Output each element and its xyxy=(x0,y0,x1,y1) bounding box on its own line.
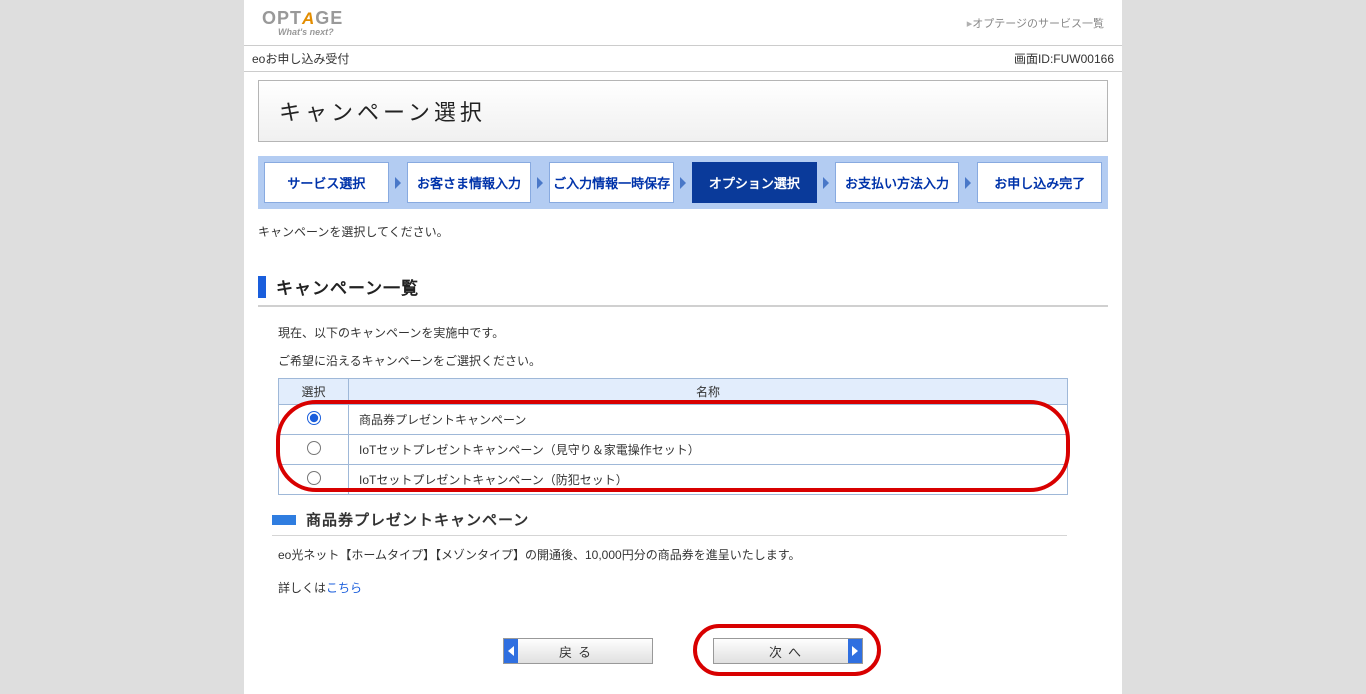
header: OPTAGE What's next? ▸オプテージのサービス一覧 xyxy=(244,0,1122,46)
table-row: IoTセットプレゼントキャンペーン（防犯セット） xyxy=(279,465,1068,495)
col-select: 選択 xyxy=(279,379,349,405)
breadcrumb-path: eoお申し込み受付 xyxy=(252,50,349,67)
arrow-right-icon xyxy=(848,639,862,663)
chevron-right-icon xyxy=(395,177,401,189)
subnote-2: ご希望に沿えるキャンペーンをご選択ください。 xyxy=(278,351,1108,373)
section-heading-text: キャンペーン一覧 xyxy=(276,274,419,299)
page-title-box: キャンペーン選択 xyxy=(258,80,1108,142)
campaign-name-1: 商品券プレゼントキャンペーン xyxy=(349,405,1068,435)
chevron-right-icon xyxy=(965,177,971,189)
chevron-right-icon xyxy=(680,177,686,189)
prize-note: eo光ネット【ホームタイプ】【メゾンタイプ】の開通後、10,000円分の商品券を… xyxy=(278,546,1108,563)
campaign-name-3: IoTセットプレゼントキャンペーン（防犯セット） xyxy=(349,465,1068,495)
chevron-right-icon xyxy=(537,177,543,189)
next-button[interactable]: 次へ xyxy=(713,638,863,664)
campaign-radio-1[interactable] xyxy=(307,411,321,425)
sub-heading: 商品券プレゼントキャンペーン xyxy=(272,509,1067,536)
page-title: キャンペーン選択 xyxy=(279,95,1087,127)
breadcrumb-bar: eoお申し込み受付 画面ID:FUW00166 xyxy=(244,46,1122,72)
detail-prefix: 詳しくは xyxy=(278,581,326,595)
step-save: ご入力情報一時保存 xyxy=(549,162,674,203)
screen-id: 画面ID:FUW00166 xyxy=(1014,50,1114,67)
nav-buttons: 戻る 次へ xyxy=(258,638,1108,664)
detail-line: 詳しくはこちら xyxy=(278,579,1108,596)
section-heading: キャンペーン一覧 xyxy=(258,270,1108,307)
table-row: IoTセットプレゼントキャンペーン（見守り＆家電操作セット） xyxy=(279,435,1068,465)
stepper: サービス選択 お客さま情報入力 ご入力情報一時保存 オプション選択 お支払い方法… xyxy=(258,156,1108,209)
logo-accent: A xyxy=(302,9,315,29)
heading-bar-icon xyxy=(258,276,266,298)
step-customer: お客さま情報入力 xyxy=(407,162,532,203)
chevron-right-icon xyxy=(823,177,829,189)
campaign-table: 選択 名称 商品券プレゼントキャンペーン IoTセットプレゼントキャンペーン（見… xyxy=(278,378,1068,495)
campaign-name-2: IoTセットプレゼントキャンペーン（見守り＆家電操作セット） xyxy=(349,435,1068,465)
step-service: サービス選択 xyxy=(264,162,389,203)
subnote-1: 現在、以下のキャンペーンを実施中です。 xyxy=(278,323,1108,345)
campaign-radio-3[interactable] xyxy=(307,471,321,485)
detail-link[interactable]: こちら xyxy=(326,581,362,595)
instruction-note: キャンペーンを選択してください。 xyxy=(258,223,1108,240)
campaign-table-wrap: 選択 名称 商品券プレゼントキャンペーン IoTセットプレゼントキャンペーン（見… xyxy=(278,378,1108,495)
step-payment: お支払い方法入力 xyxy=(835,162,960,203)
logo-sub: What's next? xyxy=(278,27,334,37)
sub-heading-bar-icon xyxy=(272,515,296,525)
table-row: 商品券プレゼントキャンペーン xyxy=(279,405,1068,435)
logo: OPTAGE What's next? xyxy=(262,8,343,37)
sub-heading-text: 商品券プレゼントキャンペーン xyxy=(306,509,529,530)
step-complete: お申し込み完了 xyxy=(977,162,1102,203)
back-button[interactable]: 戻る xyxy=(503,638,653,664)
arrow-left-icon xyxy=(504,639,518,663)
service-list-link[interactable]: ▸オプテージのサービス一覧 xyxy=(967,15,1104,31)
step-option: オプション選択 xyxy=(692,162,817,203)
logo-text-post: GE xyxy=(315,8,343,29)
campaign-radio-2[interactable] xyxy=(307,441,321,455)
logo-text-pre: OPT xyxy=(262,8,302,29)
col-name: 名称 xyxy=(349,379,1068,405)
